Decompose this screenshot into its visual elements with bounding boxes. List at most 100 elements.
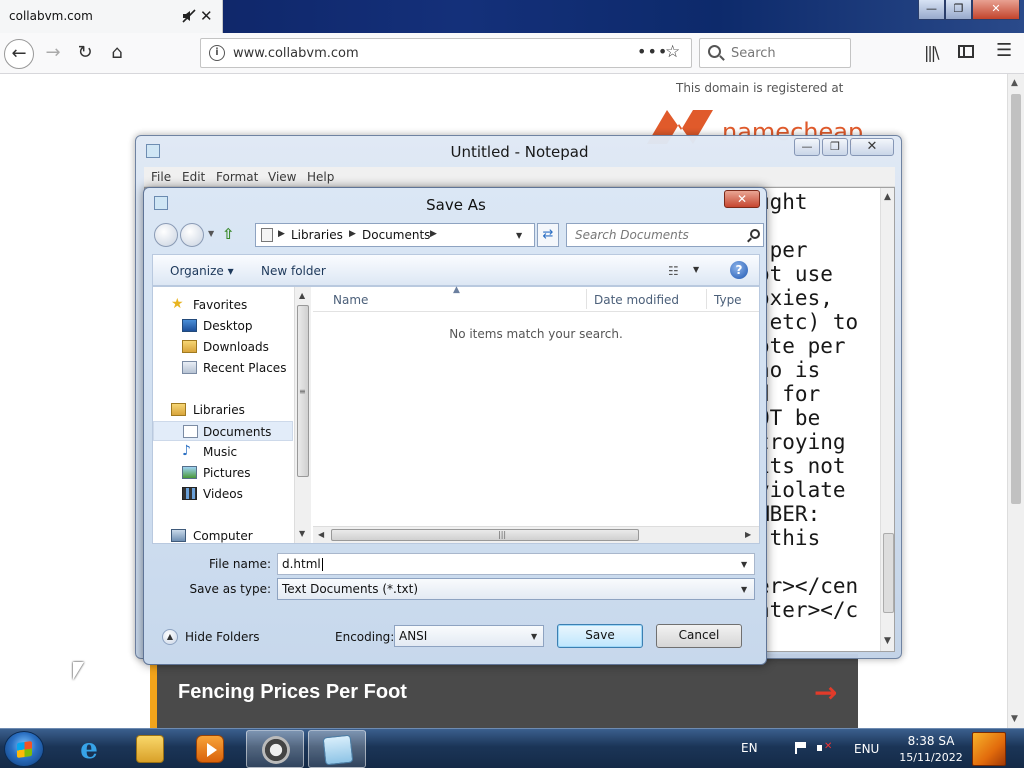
scroll-thumb[interactable] bbox=[1011, 94, 1021, 504]
page-actions-icon[interactable]: ••• bbox=[637, 42, 668, 61]
tree-item-music[interactable]: ♪ Music bbox=[153, 442, 293, 462]
column-separator[interactable] bbox=[586, 289, 587, 309]
back-button[interactable] bbox=[154, 223, 178, 247]
change-view-icon[interactable]: ☷ bbox=[668, 264, 679, 278]
column-separator[interactable] bbox=[706, 289, 707, 309]
cancel-button[interactable]: Cancel bbox=[656, 624, 742, 648]
clock-date[interactable]: 15/11/2022 bbox=[897, 751, 965, 764]
notepad-minimize-button[interactable]: — bbox=[794, 138, 820, 156]
notepad-scrollbar[interactable]: ▲ ▼ bbox=[880, 188, 894, 651]
taskbar-collabvm[interactable] bbox=[246, 730, 304, 768]
home-button[interactable]: ⌂ bbox=[102, 39, 132, 69]
menu-edit[interactable]: Edit bbox=[182, 170, 205, 184]
scroll-up-icon[interactable]: ▲ bbox=[884, 192, 891, 202]
clock-time[interactable]: 8:38 SA bbox=[903, 734, 959, 748]
window-minimize-button[interactable]: — bbox=[918, 0, 945, 20]
back-button[interactable]: ← bbox=[4, 39, 34, 69]
search-documents-input[interactable]: Search Documents bbox=[566, 223, 764, 247]
scroll-thumb[interactable] bbox=[883, 533, 894, 613]
window-close-button[interactable]: ✕ bbox=[972, 0, 1020, 20]
column-date-modified[interactable]: Date modified bbox=[594, 293, 679, 307]
taskbar-notepad[interactable] bbox=[308, 730, 366, 768]
breadcrumb-arrow-icon[interactable]: ▶ bbox=[349, 229, 356, 239]
address-bar[interactable]: ▶ Libraries ▶ Documents ▶ ▼ bbox=[255, 223, 535, 247]
save-button[interactable]: Save bbox=[557, 624, 643, 648]
forward-button[interactable] bbox=[180, 223, 204, 247]
search-icon[interactable] bbox=[750, 229, 760, 239]
tree-item-libraries[interactable]: Libraries bbox=[153, 400, 293, 420]
taskbar-internet-explorer[interactable]: e bbox=[60, 730, 118, 768]
sidebar-icon[interactable] bbox=[958, 45, 974, 58]
breadcrumb-arrow-icon[interactable]: ▶ bbox=[278, 229, 285, 239]
tree-item-desktop[interactable]: Desktop bbox=[153, 316, 293, 336]
new-folder-button[interactable]: New folder bbox=[261, 264, 326, 278]
tree-item-videos[interactable]: Videos bbox=[153, 484, 293, 504]
tree-item-recent-places[interactable]: Recent Places bbox=[153, 358, 293, 378]
tree-item-computer[interactable]: Computer bbox=[153, 526, 293, 543]
hamburger-menu-icon[interactable]: ☰ bbox=[996, 40, 1012, 61]
scroll-down-icon[interactable]: ▼ bbox=[1011, 714, 1018, 724]
column-name[interactable]: Name bbox=[333, 293, 368, 307]
forward-button[interactable]: → bbox=[38, 39, 68, 69]
tab-mute-icon[interactable] bbox=[182, 9, 196, 23]
scroll-right-icon[interactable]: ▶ bbox=[745, 530, 751, 539]
window-maximize-button[interactable]: ❐ bbox=[945, 0, 972, 20]
notepad-maximize-button[interactable]: ❐ bbox=[822, 138, 848, 156]
hide-folders-button[interactable]: ▲ Hide Folders bbox=[162, 629, 282, 647]
dialog-close-button[interactable]: ✕ bbox=[724, 190, 760, 208]
scroll-up-icon[interactable]: ▲ bbox=[1011, 78, 1018, 88]
library-icon[interactable]: |||\ bbox=[924, 43, 940, 62]
recent-pages-dropdown-icon[interactable]: ▼ bbox=[208, 229, 214, 238]
scroll-down-icon[interactable]: ▼ bbox=[299, 529, 305, 538]
bookmark-star-icon[interactable]: ☆ bbox=[665, 42, 680, 62]
url-bar[interactable]: i www.collabvm.com ••• ☆ bbox=[200, 38, 692, 68]
file-name-dropdown-icon[interactable]: ▼ bbox=[741, 560, 747, 569]
browser-tab[interactable]: collabvm.com ✕ bbox=[0, 0, 223, 33]
volume-muted-icon[interactable] bbox=[817, 741, 833, 755]
breadcrumb-documents[interactable]: Documents bbox=[362, 228, 430, 242]
fencing-prices-link[interactable]: Fencing Prices Per Foot → bbox=[150, 654, 858, 728]
encoding-dropdown-icon[interactable]: ▼ bbox=[531, 632, 537, 641]
action-center-flag-icon[interactable] bbox=[795, 742, 807, 754]
menu-help[interactable]: Help bbox=[307, 170, 334, 184]
save-as-type-select[interactable]: Text Documents (*.txt) ▼ bbox=[277, 578, 755, 600]
encoding-select[interactable]: ANSI ▼ bbox=[394, 625, 544, 647]
tab-close-icon[interactable]: ✕ bbox=[200, 7, 213, 25]
taskbar-windows-explorer[interactable] bbox=[121, 730, 179, 768]
notepad-close-button[interactable]: ✕ bbox=[850, 138, 894, 156]
keyboard-layout[interactable]: ENU bbox=[854, 742, 879, 756]
tree-item-favorites[interactable]: ★ Favorites bbox=[153, 295, 293, 315]
url-text[interactable]: www.collabvm.com bbox=[233, 46, 359, 61]
reload-button[interactable]: ↻ bbox=[70, 39, 100, 69]
menu-view[interactable]: View bbox=[268, 170, 296, 184]
scroll-thumb[interactable]: ||| bbox=[331, 529, 639, 541]
tree-item-downloads[interactable]: Downloads bbox=[153, 337, 293, 357]
view-dropdown-icon[interactable]: ▼ bbox=[693, 265, 699, 274]
breadcrumb-libraries[interactable]: Libraries bbox=[291, 228, 343, 242]
save-as-type-dropdown-icon[interactable]: ▼ bbox=[741, 585, 747, 594]
organize-button[interactable]: Organize ▾ bbox=[170, 264, 234, 278]
up-folder-icon[interactable]: ⇧ bbox=[222, 225, 240, 243]
taskbar-media-player[interactable] bbox=[181, 730, 239, 768]
search-bar[interactable]: Search bbox=[699, 38, 851, 68]
scroll-left-icon[interactable]: ◀ bbox=[318, 530, 324, 539]
refresh-button[interactable]: ⇄ bbox=[537, 223, 559, 247]
site-info-icon[interactable]: i bbox=[209, 45, 225, 61]
scroll-down-icon[interactable]: ▼ bbox=[884, 636, 891, 646]
scroll-up-icon[interactable]: ▲ bbox=[299, 291, 305, 300]
page-scrollbar[interactable]: ▲ ▼ bbox=[1007, 74, 1024, 728]
navigation-scrollbar[interactable]: ▲ ≡ ▼ bbox=[294, 287, 311, 543]
column-type[interactable]: Type bbox=[714, 293, 742, 307]
file-name-input[interactable]: d.html ▼ bbox=[277, 553, 755, 575]
start-button[interactable] bbox=[4, 731, 44, 767]
menu-format[interactable]: Format bbox=[216, 170, 258, 184]
file-list-scrollbar[interactable]: ◀ ||| ▶ bbox=[313, 526, 759, 543]
address-dropdown-icon[interactable]: ▼ bbox=[516, 231, 522, 240]
help-button[interactable]: ? bbox=[730, 261, 748, 279]
input-language[interactable]: EN bbox=[741, 741, 758, 755]
show-desktop-button[interactable] bbox=[972, 732, 1006, 766]
tree-item-pictures[interactable]: Pictures bbox=[153, 463, 293, 483]
menu-file[interactable]: File bbox=[151, 170, 171, 184]
tree-item-documents[interactable]: Documents bbox=[153, 421, 293, 441]
breadcrumb-arrow-icon[interactable]: ▶ bbox=[430, 229, 437, 239]
